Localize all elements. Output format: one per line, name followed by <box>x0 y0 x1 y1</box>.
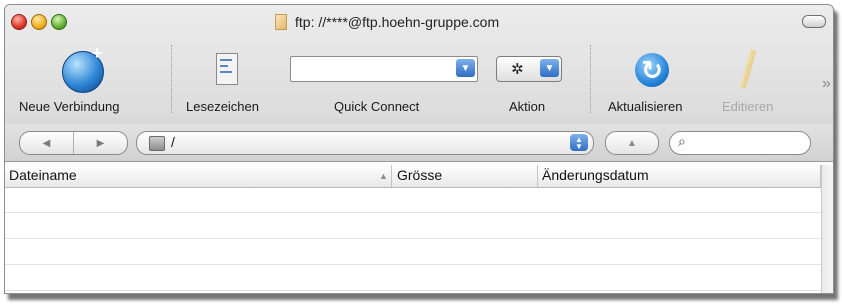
back-button[interactable]: ◀ <box>20 132 73 154</box>
toggle-toolbar-button[interactable] <box>802 15 826 28</box>
column-header-size[interactable]: Grösse <box>397 167 442 183</box>
toolbar-separator <box>590 45 591 113</box>
search-icon: ⌕ <box>678 133 686 149</box>
minimize-window-button[interactable] <box>31 14 47 30</box>
new-connection-label[interactable]: Neue Verbindung <box>19 99 119 114</box>
column-header-filename[interactable]: Dateiname <box>9 167 77 183</box>
forward-button[interactable]: ▶ <box>73 132 127 154</box>
edit-label: Editieren <box>722 99 774 114</box>
vertical-scrollbar[interactable] <box>821 165 833 293</box>
toolbar-separator <box>171 45 172 113</box>
chevron-down-icon: ▼ <box>540 59 559 77</box>
action-label: Aktion <box>509 99 546 114</box>
disk-icon <box>149 136 165 151</box>
column-divider[interactable] <box>391 165 392 187</box>
table-header: Dateiname ▲ Grösse Änderungsdatum <box>5 165 821 188</box>
search-field[interactable]: ⌕ <box>669 131 811 155</box>
globe-plus-icon: + <box>91 43 103 63</box>
updown-chevron-icon: ▲ ▼ <box>570 134 588 151</box>
path-popup[interactable]: / ▲ ▼ <box>136 131 594 155</box>
close-window-button[interactable] <box>11 14 27 30</box>
gear-icon: ✲ <box>511 61 524 78</box>
bookmark-line <box>220 71 232 73</box>
quick-connect-combobox[interactable]: ▼ <box>290 56 478 82</box>
current-path: / <box>171 134 175 150</box>
quick-connect-label: Quick Connect <box>334 99 420 114</box>
chevron-down-icon[interactable]: ▼ <box>456 59 475 77</box>
double-chevron-icon[interactable]: » <box>822 75 831 93</box>
bookmark-list-icon[interactable] <box>216 53 238 85</box>
bookmarks-label[interactable]: Lesezeichen <box>186 99 259 114</box>
column-header-modified[interactable]: Änderungsdatum <box>542 167 649 183</box>
back-forward-control: ◀ ▶ <box>19 131 128 155</box>
column-divider[interactable] <box>537 165 538 187</box>
refresh-label[interactable]: Aktualisieren <box>608 99 682 114</box>
parent-directory-button[interactable]: ▲ <box>605 131 659 155</box>
bookmark-line <box>220 65 228 67</box>
refresh-icon[interactable]: ↻ <box>635 53 669 87</box>
toolbar-divider <box>5 117 833 124</box>
bookmark-line <box>220 59 232 61</box>
table-row[interactable] <box>5 239 821 265</box>
window-title-bar: ftp: //****@ftp.hoehn-gruppe.com <box>275 13 499 31</box>
zoom-window-button[interactable] <box>51 14 67 30</box>
sort-ascending-icon: ▲ <box>379 171 388 181</box>
table-row[interactable] <box>5 265 821 291</box>
table-row[interactable] <box>5 187 821 213</box>
table-row[interactable] <box>5 213 821 239</box>
document-icon <box>275 14 287 30</box>
window-title: ftp: //****@ftp.hoehn-gruppe.com <box>295 14 500 30</box>
action-menu-button[interactable]: ✲ ▼ <box>496 56 562 82</box>
ftp-browser-window: ftp: //****@ftp.hoehn-gruppe.com + Neue … <box>4 4 834 294</box>
file-table: Dateiname ▲ Grösse Änderungsdatum <box>5 165 833 293</box>
